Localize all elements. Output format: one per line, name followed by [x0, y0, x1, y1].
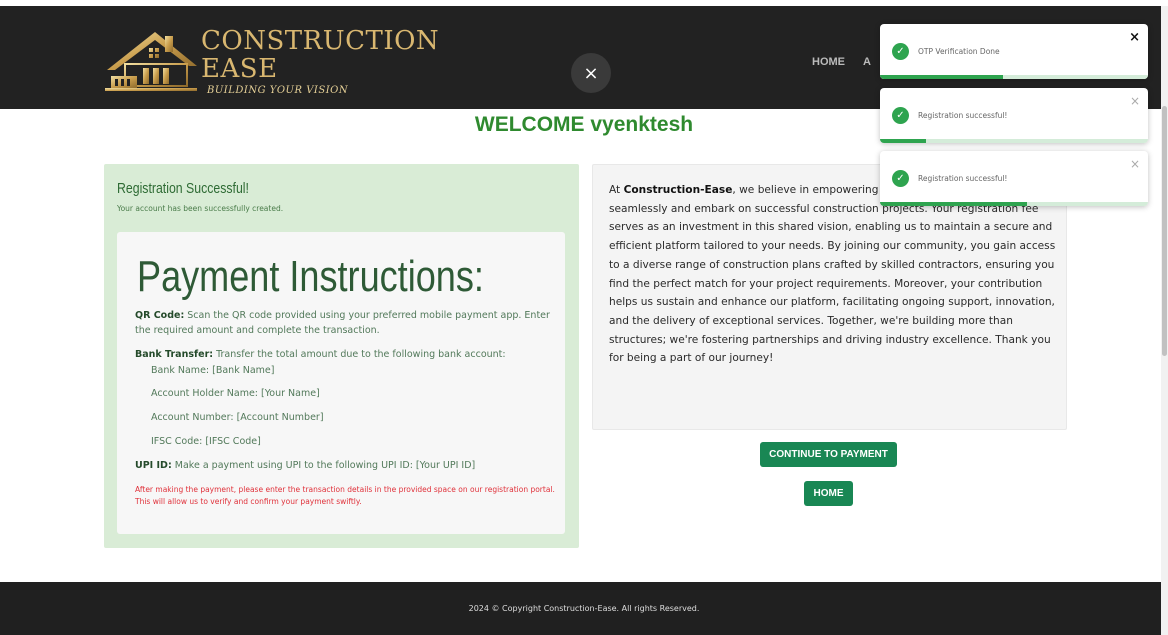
- nav-link-home[interactable]: HOME: [812, 56, 845, 68]
- menu-close-button[interactable]: ×: [571, 53, 611, 93]
- about-brand: Construction-Ease: [623, 184, 733, 196]
- bank-transfer-text: Transfer the total amount due to the fol…: [216, 349, 506, 360]
- bank-name: Bank Name: [Bank Name]: [151, 365, 275, 376]
- close-icon: ×: [583, 62, 599, 84]
- registration-title: Registration Successful!: [117, 180, 249, 197]
- account-number: Account Number: [Account Number]: [151, 412, 324, 423]
- nav-links: HOME A: [812, 56, 871, 68]
- registration-card: Registration Successful! Your account ha…: [104, 164, 579, 548]
- check-circle-icon: ✓: [892, 43, 909, 60]
- toast-message: Registration successful!: [918, 111, 1008, 120]
- brand-title: CONSTRUCTION EASE: [201, 25, 440, 84]
- ifsc-code: IFSC Code: [IFSC Code]: [151, 436, 261, 447]
- brand-logo[interactable]: CONSTRUCTION EASE BUILDING YOUR VISION: [103, 24, 455, 98]
- payment-warning: After making the payment, please enter t…: [135, 485, 555, 506]
- home-button[interactable]: HOME: [804, 481, 853, 506]
- check-circle-icon: ✓: [892, 170, 909, 187]
- house-logo-icon: [103, 26, 199, 96]
- account-holder-name: Account Holder Name: [Your Name]: [151, 388, 320, 399]
- toast-registration: ✓ Registration successful! ×: [880, 88, 1148, 143]
- nav-link-about[interactable]: A: [863, 56, 871, 68]
- brand-tagline: BUILDING YOUR VISION: [207, 84, 349, 96]
- upi-instruction: UPI ID: Make a payment using UPI to the …: [135, 458, 555, 473]
- bank-transfer-instruction: Bank Transfer: Transfer the total amount…: [135, 347, 555, 362]
- footer: 2024 © Copyright Construction-Ease. All …: [0, 582, 1168, 635]
- qr-code-label: QR Code:: [135, 310, 185, 321]
- toast-message: OTP Verification Done: [918, 47, 1000, 56]
- close-icon[interactable]: ×: [1129, 30, 1140, 45]
- upi-label: UPI ID:: [135, 460, 172, 471]
- upi-text: Make a payment using UPI to the followin…: [174, 460, 476, 471]
- registration-subtitle: Your account has been successfully creat…: [117, 204, 284, 213]
- page-scrollbar[interactable]: [1161, 6, 1168, 635]
- toast-progress-bar: [880, 139, 926, 143]
- continue-to-payment-button[interactable]: CONTINUE TO PAYMENT: [760, 442, 897, 467]
- toast-progress-bar: [880, 202, 1028, 206]
- toast-registration-2: ✓ Registration successful! ×: [880, 151, 1148, 206]
- footer-copyright: 2024 © Copyright Construction-Ease. All …: [468, 604, 700, 613]
- scrollbar-thumb[interactable]: [1162, 106, 1167, 356]
- qr-code-instruction: QR Code: Scan the QR code provided using…: [135, 308, 555, 338]
- bank-transfer-label: Bank Transfer:: [135, 349, 214, 360]
- about-text: At Construction-Ease, we believe in empo…: [609, 184, 1056, 365]
- toast-progress-bar: [880, 75, 1004, 79]
- check-circle-icon: ✓: [892, 107, 909, 124]
- close-icon[interactable]: ×: [1130, 94, 1140, 108]
- close-icon[interactable]: ×: [1130, 157, 1140, 171]
- toast-message: Registration successful!: [918, 174, 1008, 183]
- qr-code-text: Scan the QR code provided using your pre…: [135, 310, 550, 336]
- payment-instructions-title: Payment Instructions:: [137, 252, 484, 301]
- toast-otp: ✓ OTP Verification Done ×: [880, 24, 1148, 79]
- payment-instructions-card: Payment Instructions: QR Code: Scan the …: [117, 232, 565, 534]
